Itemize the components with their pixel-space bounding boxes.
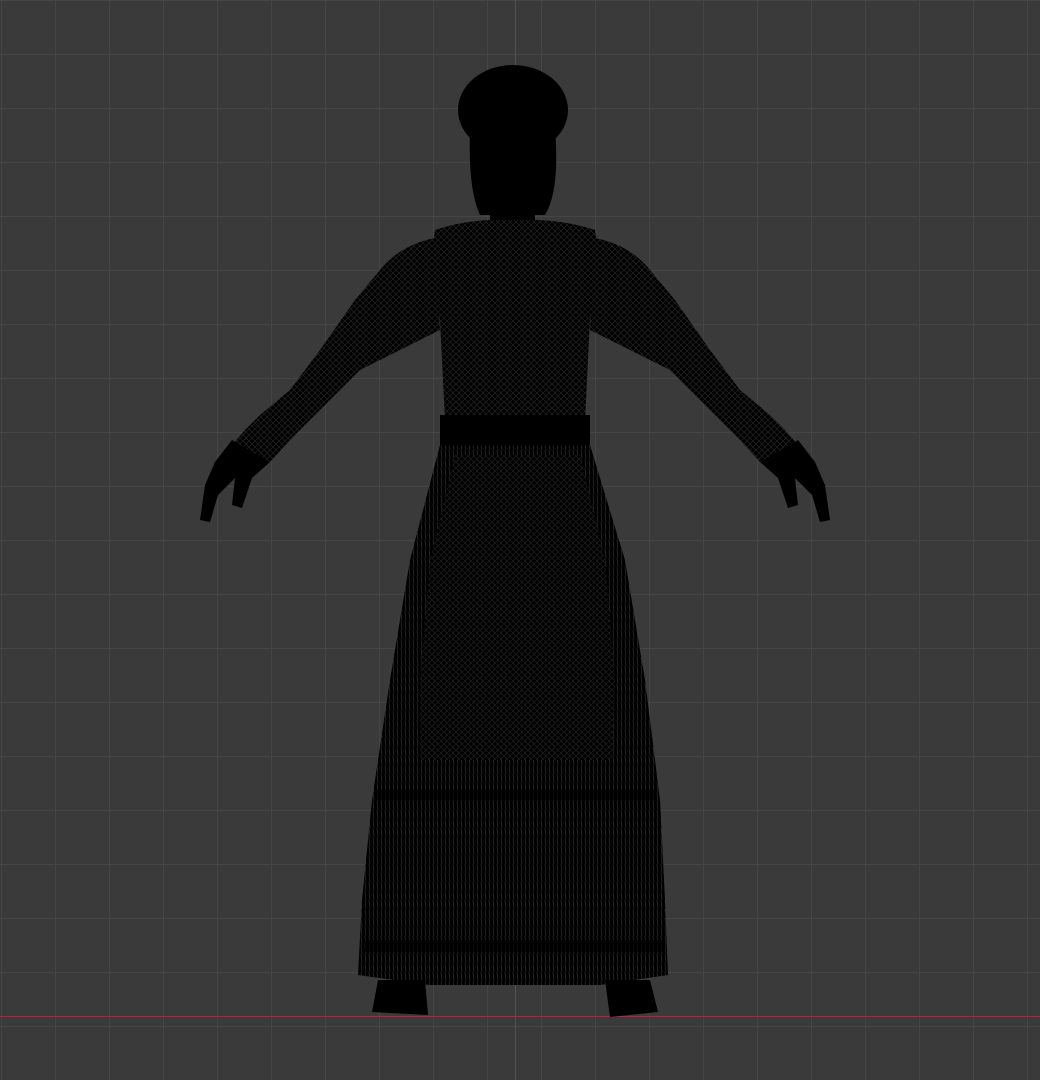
skirt-band-1 (375, 790, 655, 800)
figure-right-foot (605, 980, 658, 1017)
figure-left-foot (372, 980, 428, 1015)
3d-viewport[interactable] (0, 0, 1040, 1080)
figure-head (458, 65, 568, 215)
skirt-band-2 (365, 940, 665, 952)
wireframe-mesh-figure[interactable] (0, 0, 1040, 1080)
figure-waist (440, 415, 590, 450)
figure-apron (420, 455, 615, 760)
figure-left-arm (232, 238, 440, 462)
figure-torso (430, 219, 600, 420)
figure-right-arm (590, 238, 798, 462)
